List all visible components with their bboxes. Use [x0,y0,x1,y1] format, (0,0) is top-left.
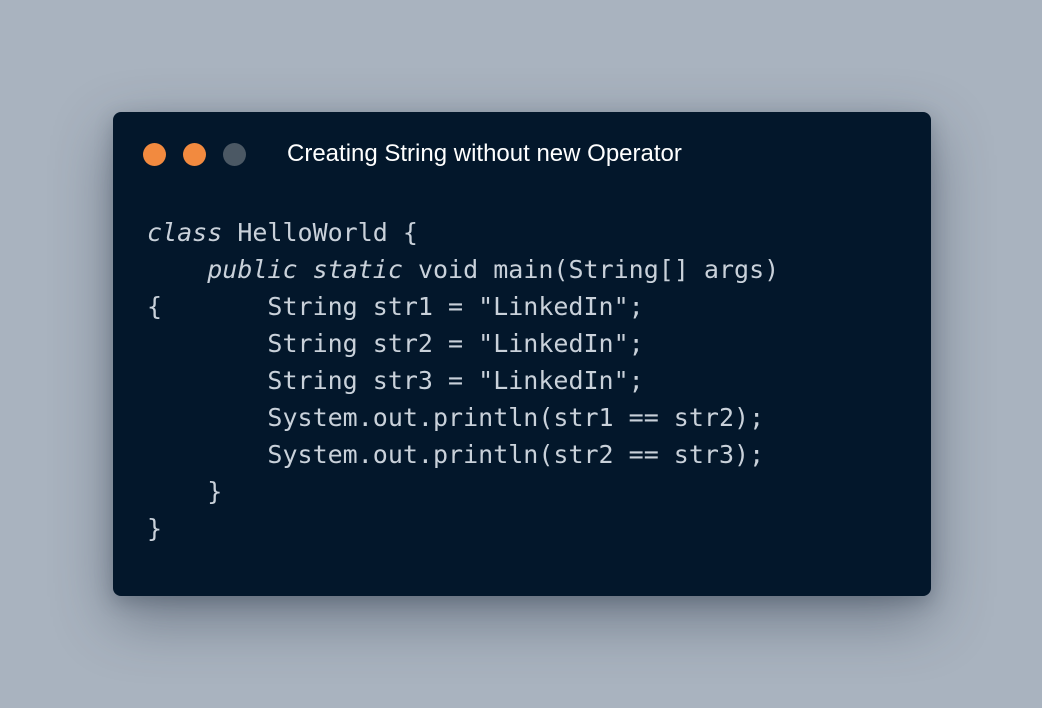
window-dot-1[interactable] [143,143,166,166]
window-title: Creating String without new Operator [287,140,682,167]
code-keyword: public [207,255,298,284]
code-token: void main(String[] args) [402,255,780,284]
code-line: System.out.println(str1 == str2); [147,399,779,436]
code-line: class HelloWorld { [147,214,779,251]
window-dot-3[interactable] [223,143,246,166]
code-window: Creating String without new Operator cla… [113,112,931,596]
code-line: String str2 = "LinkedIn"; [147,325,779,362]
code-keyword: class [147,218,223,247]
code-keyword: static [312,255,403,284]
code-line: } [147,473,779,510]
code-token: String str2 = "LinkedIn"; [267,329,644,358]
code-block: class HelloWorld { public static void ma… [147,214,779,547]
window-dot-2[interactable] [183,143,206,166]
code-token: } [147,514,163,543]
code-token: System.out.println(str2 == str3); [267,440,765,469]
code-line: String str3 = "LinkedIn"; [147,362,779,399]
code-token: { String str1 = "LinkedIn"; [147,292,644,321]
code-token: HelloWorld { [222,218,418,247]
code-token: String str3 = "LinkedIn"; [267,366,644,395]
code-line: { String str1 = "LinkedIn"; [147,288,779,325]
code-line: } [147,510,779,547]
code-token: } [207,477,223,506]
code-token: System.out.println(str1 == str2); [267,403,765,432]
window-titlebar: Creating String without new Operator [113,112,931,196]
code-line: System.out.println(str2 == str3); [147,436,779,473]
code-line: public static void main(String[] args) [147,251,779,288]
